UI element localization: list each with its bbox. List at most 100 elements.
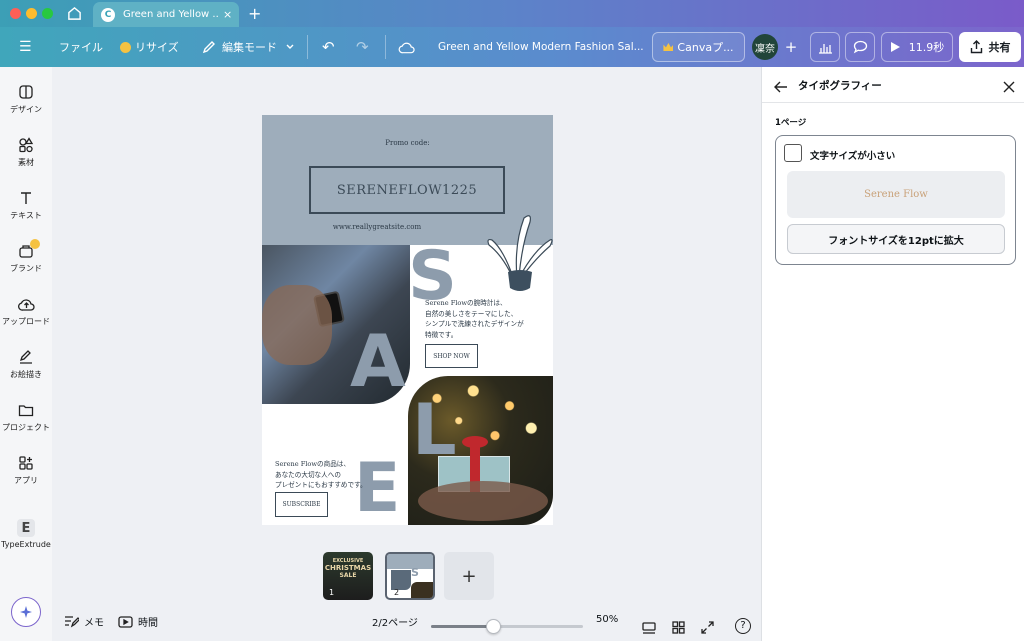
crown-icon — [663, 43, 674, 51]
grid-view-icon[interactable] — [672, 619, 685, 638]
text-line: シンプルで洗練されたデザインが — [425, 320, 524, 328]
zoom-slider[interactable] — [431, 619, 583, 634]
sidebar-item-elements[interactable]: 素材 — [0, 136, 52, 168]
sidebar-item-projects[interactable]: プロジェクト — [0, 401, 52, 433]
promo-code: SERENEFLOW1225 — [336, 182, 478, 198]
typography-panel: タイポグラフィー 1ページ 文字サイズが小さい Serene Flow フォント… — [761, 67, 1024, 641]
sidebar-item-label: アプリ — [14, 476, 38, 485]
timer-icon — [118, 615, 133, 628]
sidebar-item-text[interactable]: テキスト — [0, 189, 52, 221]
help-icon[interactable]: ? — [735, 618, 751, 634]
timer-button[interactable]: 時間 — [118, 614, 158, 629]
page-thumbnail-1[interactable]: EXCLUSIVE CHRISTMAS SALE 1 — [323, 552, 373, 600]
design-page[interactable]: Promo code: SERENEFLOW1225 www.reallygre… — [262, 115, 553, 525]
sidebar-item-brand[interactable]: ブランド — [0, 239, 52, 274]
shop-now-button[interactable]: SHOP NOW — [425, 344, 478, 368]
zoom-slider-fill — [431, 625, 493, 628]
issue-card: 文字サイズが小さい Serene Flow フォントサイズを12ptに拡大 — [775, 135, 1016, 265]
thumb-letter: S — [411, 566, 419, 579]
increase-font-size-button[interactable]: フォントサイズを12ptに拡大 — [787, 224, 1005, 254]
file-menu-button[interactable]: ファイル — [59, 27, 103, 67]
panel-header: タイポグラフィー — [762, 67, 1024, 103]
share-label: 共有 — [988, 41, 1011, 54]
watch-description[interactable]: Serene Flowの腕時計は、 自然の美しさをテーマにした、 シンプルで洗練… — [425, 298, 545, 340]
sidebar-item-upload[interactable]: アップロード — [0, 295, 52, 327]
close-window-icon[interactable] — [10, 8, 21, 19]
new-tab-icon[interactable]: + — [248, 4, 261, 23]
home-icon[interactable] — [66, 6, 82, 22]
promo-label[interactable]: Promo code: — [262, 139, 553, 147]
notes-button[interactable]: メモ — [64, 614, 104, 629]
sidebar-item-draw[interactable]: お絵描き — [0, 348, 52, 380]
magic-assistant-button[interactable] — [11, 597, 41, 627]
edit-mode-label: 編集モード — [222, 41, 277, 54]
add-page-button[interactable]: + — [444, 552, 494, 600]
minimize-window-icon[interactable] — [26, 8, 37, 19]
document-title[interactable]: Green and Yellow Modern Fashion Sal... — [438, 27, 644, 67]
editor-toolbar: ☰ ファイル リサイズ 編集モード ↶ ↷ Green and Yellow M… — [0, 27, 1024, 67]
sidebar-item-design[interactable]: デザイン — [0, 83, 52, 115]
redo-icon[interactable]: ↷ — [356, 27, 369, 67]
promo-code-box[interactable]: SERENEFLOW1225 — [309, 166, 505, 214]
panel-title: タイポグラフィー — [798, 80, 882, 92]
gift-bow — [462, 436, 488, 448]
notes-label: メモ — [84, 618, 104, 629]
page-thumbnail-2[interactable]: S 2 — [385, 552, 435, 600]
sale-letter-l[interactable]: L — [412, 395, 457, 465]
thumb-title-line: SALE — [339, 572, 357, 579]
cloud-save-icon[interactable] — [398, 27, 415, 67]
gift-description[interactable]: Serene Flowの商品は、 あなたの大切な人への プレゼントにもおすすめで… — [275, 459, 385, 491]
sale-letter-a[interactable]: A — [350, 325, 406, 397]
browser-titlebar: C Green and Yellow ... × + — [0, 0, 1024, 27]
sidebar-item-label: プロジェクト — [2, 423, 50, 432]
close-icon[interactable] — [1003, 78, 1015, 97]
zoom-slider-handle[interactable] — [486, 619, 501, 634]
share-button[interactable]: 共有 — [959, 32, 1021, 62]
tab-close-icon[interactable]: × — [223, 8, 232, 21]
canva-pro-button[interactable]: Canvaプ... — [652, 32, 745, 62]
timer-label: 11.9秒 — [908, 41, 945, 54]
hand-shape — [262, 285, 332, 365]
plant-illustration-icon — [487, 215, 553, 291]
thumb-page-number: 2 — [394, 588, 400, 597]
text-line: 特徴です。 — [425, 330, 458, 339]
avatar[interactable]: 凜奈 — [752, 34, 778, 60]
thumb-title: EXCLUSIVE CHRISTMAS SALE — [323, 558, 373, 579]
comment-icon[interactable] — [845, 32, 875, 62]
undo-icon[interactable]: ↶ — [322, 27, 335, 67]
tab-title: Green and Yellow ... — [123, 9, 219, 20]
add-collaborator-button[interactable]: + — [779, 34, 803, 60]
sidebar-item-label: TypeExtrude — [1, 540, 51, 549]
play-icon — [890, 42, 900, 52]
thumb-photo — [411, 582, 433, 598]
thumb-photo — [391, 570, 411, 590]
app-window: C Green and Yellow ... × + ☰ ファイル リサイズ 編… — [0, 0, 1024, 641]
notes-icon — [65, 616, 79, 628]
hands-shape — [418, 481, 548, 521]
text-line: 自然の美しさをテーマにした、 — [425, 309, 518, 318]
crown-icon — [120, 41, 131, 53]
crown-badge-icon — [30, 239, 40, 249]
resize-button[interactable]: リサイズ — [120, 27, 179, 67]
menu-icon[interactable]: ☰ — [19, 27, 32, 67]
browser-tab[interactable]: C Green and Yellow ... × — [93, 2, 239, 27]
canva-pro-label: Canvaプ... — [677, 41, 734, 54]
maximize-window-icon[interactable] — [42, 8, 53, 19]
insights-icon[interactable] — [810, 32, 840, 62]
page-view-icon[interactable] — [642, 619, 656, 638]
sidebar-item-label: アップロード — [2, 317, 50, 326]
website-text[interactable]: www.reallygreatsite.com — [262, 223, 492, 231]
fullscreen-icon[interactable] — [701, 619, 714, 638]
page-indicator[interactable]: 2/2ページ — [372, 614, 418, 629]
sidebar-item-apps[interactable]: アプリ — [0, 454, 52, 486]
sidebar-item-typeextrude[interactable]: E TypeExtrude — [0, 519, 52, 549]
zoom-level[interactable]: 50% — [596, 614, 618, 625]
subscribe-button[interactable]: SUBSCRIBE — [275, 492, 328, 517]
edit-mode-button[interactable]: 編集モード — [202, 27, 295, 67]
text-icon — [17, 189, 35, 207]
issue-checkbox[interactable] — [784, 144, 802, 162]
back-arrow-icon[interactable] — [774, 78, 788, 97]
elements-icon — [17, 136, 35, 154]
present-timer-button[interactable]: 11.9秒 — [881, 32, 953, 62]
text-line: Serene Flowの腕時計は、 — [425, 299, 507, 307]
